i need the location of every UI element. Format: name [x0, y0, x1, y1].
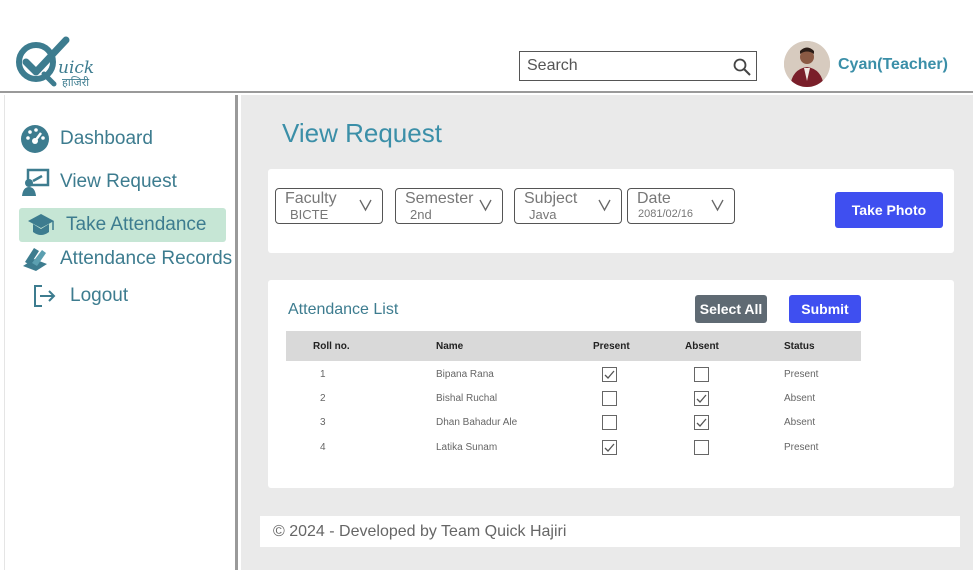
select-all-button[interactable]: Select All: [695, 295, 767, 323]
absent-checkbox[interactable]: [694, 367, 709, 382]
cell-name: Dhan Bahadur Ale: [436, 417, 518, 428]
column-header-absent: Absent: [685, 341, 719, 352]
semester-value: 2nd: [410, 207, 432, 222]
main-content: View Request Faculty BICTE Semester 2nd …: [241, 95, 973, 570]
search-box: [519, 51, 757, 81]
subject-label: Subject: [524, 190, 578, 207]
cell-roll: 1: [320, 369, 326, 380]
sidebar-item-dashboard[interactable]: Dashboard: [19, 122, 153, 156]
cell-status: Absent: [784, 417, 816, 428]
faculty-dropdown[interactable]: Faculty BICTE: [275, 188, 383, 224]
quick-hajiri-logo[interactable]: uick हाजिरी: [14, 36, 94, 92]
chevron-down-icon: [711, 199, 724, 212]
table-row: 2 Bishal Ruchal Absent: [286, 387, 861, 411]
cell-name: Latika Sunam: [436, 442, 498, 453]
take-photo-button[interactable]: Take Photo: [835, 192, 943, 228]
cell-name: Bipana Rana: [436, 369, 494, 380]
absent-checkbox[interactable]: [694, 440, 709, 455]
sidebar-item-logout[interactable]: Logout: [29, 279, 128, 313]
table-header: Roll no. Name Present Absent Status: [286, 331, 861, 361]
subject-dropdown[interactable]: Subject Java: [514, 188, 622, 224]
faculty-value: BICTE: [290, 207, 329, 222]
absent-checkbox[interactable]: [694, 391, 709, 406]
chevron-down-icon: [479, 199, 492, 212]
view-request-icon: [19, 166, 51, 198]
cell-status: Present: [784, 442, 819, 453]
column-header-roll: Roll no.: [313, 341, 350, 352]
attendance-list-card: Attendance List Select All Submit Roll n…: [268, 280, 954, 488]
absent-checkbox[interactable]: [694, 415, 709, 430]
attendance-list-title: Attendance List: [288, 301, 399, 318]
sidebar-item-take-attendance[interactable]: Take Attendance: [19, 208, 226, 242]
cell-roll: 3: [320, 417, 326, 428]
header: uick हाजिरी Cyan(Teacher): [0, 0, 973, 93]
cell-roll: 4: [320, 442, 326, 453]
table-row: 4 Latika Sunam Present: [286, 436, 861, 460]
present-checkbox[interactable]: [602, 415, 617, 430]
column-header-name: Name: [436, 341, 464, 352]
present-checkbox[interactable]: [602, 391, 617, 406]
filter-card: Faculty BICTE Semester 2nd Subject Java …: [268, 169, 954, 253]
sidebar-item-label: View Request: [60, 171, 177, 192]
present-checkbox[interactable]: [602, 367, 617, 382]
semester-label: Semester: [405, 190, 474, 207]
avatar[interactable]: [784, 41, 830, 87]
subject-value: Java: [529, 207, 557, 222]
submit-button[interactable]: Submit: [789, 295, 861, 323]
chevron-down-icon: [598, 199, 611, 212]
user-photo-icon: [784, 41, 830, 87]
sidebar-item-view-request[interactable]: View Request: [19, 165, 177, 199]
present-checkbox[interactable]: [602, 440, 617, 455]
search-icon[interactable]: [732, 57, 752, 77]
faculty-label: Faculty: [285, 190, 337, 207]
cell-status: Present: [784, 369, 819, 380]
table-row: 1 Bipana Rana Present: [286, 363, 861, 387]
date-value: 2081/02/16: [638, 208, 694, 220]
user-name[interactable]: Cyan(Teacher): [838, 56, 948, 74]
footer: © 2024 - Developed by Team Quick Hajiri: [260, 516, 960, 547]
footer-text: © 2024 - Developed by Team Quick Hajiri: [273, 523, 567, 540]
cell-name: Bishal Ruchal: [436, 393, 498, 404]
date-label: Date: [637, 190, 671, 207]
column-header-present: Present: [593, 341, 630, 352]
cell-status: Absent: [784, 393, 816, 404]
sidebar-item-label: Attendance Records: [60, 248, 233, 269]
logo-subtext: हाजिरी: [62, 76, 90, 89]
books-icon: [19, 243, 51, 275]
logout-icon: [29, 280, 61, 312]
sidebar-item-label: Dashboard: [60, 128, 153, 149]
semester-dropdown[interactable]: Semester 2nd: [395, 188, 503, 224]
sidebar-item-label: Logout: [70, 285, 129, 306]
graduation-cap-icon: [25, 209, 57, 241]
date-picker[interactable]: Date 2081/02/16: [627, 188, 735, 224]
table-row: 3 Dhan Bahadur Ale Absent: [286, 411, 861, 435]
sidebar-item-attendance-records[interactable]: Attendance Records: [19, 242, 232, 276]
chevron-down-icon: [359, 199, 372, 212]
sidebar-item-label: Take Attendance: [66, 214, 207, 235]
cell-roll: 2: [320, 393, 326, 404]
column-header-status: Status: [784, 341, 815, 352]
page-title: View Request: [282, 118, 442, 148]
sidebar: Dashboard View Request Take Attendance A…: [4, 95, 238, 570]
dashboard-icon: [19, 123, 51, 155]
search-input[interactable]: [520, 52, 720, 80]
